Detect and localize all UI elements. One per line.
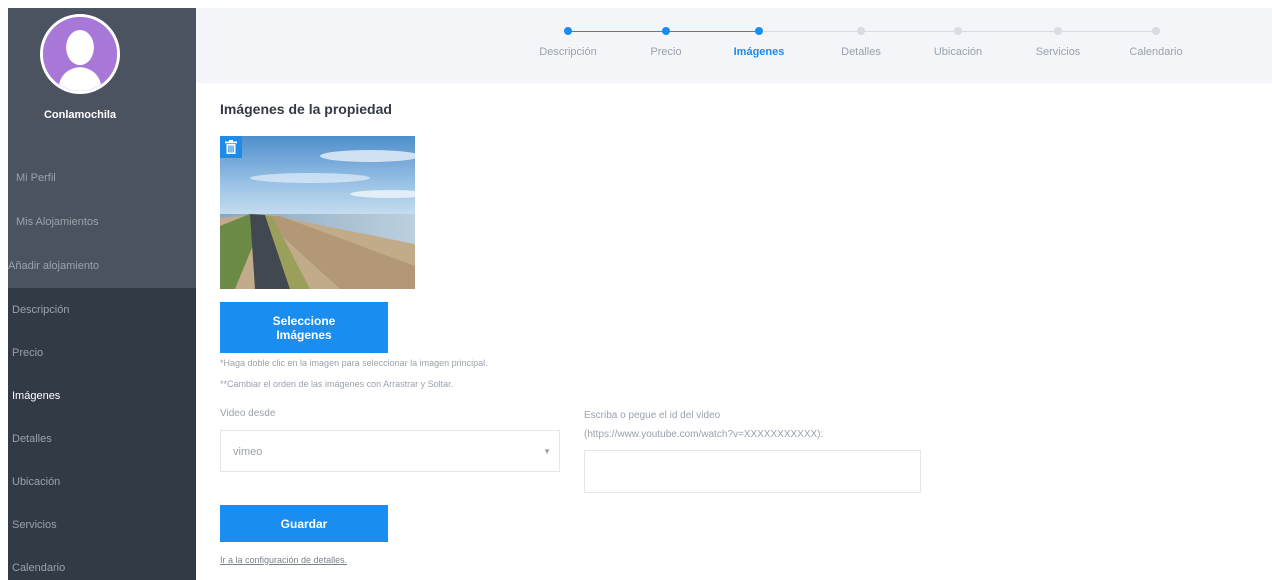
sidebar-item-7[interactable]: Calendario	[12, 562, 65, 574]
step-dot	[1054, 27, 1062, 35]
step-label[interactable]: Detalles	[841, 46, 881, 58]
video-id-input[interactable]	[584, 450, 921, 493]
step-dot	[954, 27, 962, 35]
step-label[interactable]: Descripción	[539, 46, 596, 58]
video-id-label: Escriba o pegue el id del video	[584, 410, 721, 421]
step-label[interactable]: Servicios	[1036, 46, 1081, 58]
step-label[interactable]: Imágenes	[734, 46, 785, 58]
sidebar-item-1[interactable]: Descripción	[12, 304, 69, 316]
video-source-select[interactable]: vimeo ▼	[220, 430, 560, 472]
step-dot	[755, 27, 763, 35]
step-dot	[564, 27, 572, 35]
sidebar-item-6[interactable]: Servicios	[12, 519, 57, 531]
beach-photo	[220, 136, 415, 289]
page-title: Imágenes de la propiedad	[220, 101, 392, 117]
step-dot	[857, 27, 865, 35]
step-dot	[1152, 27, 1160, 35]
step-label[interactable]: Ubicación	[934, 46, 982, 58]
step-connector	[666, 31, 759, 32]
progress-stepper: Descripción Precio Imágenes Detalles Ubicaci…	[196, 8, 1272, 83]
sidebar-item-2[interactable]: Precio	[12, 347, 43, 359]
video-source-label: Video desde	[220, 408, 276, 419]
double-click-note: *Haga doble clic en la imagen para selec…	[220, 358, 488, 368]
drag-drop-note: **Cambiar el orden de las imágenes con A…	[220, 379, 454, 389]
chevron-down-icon: ▼	[543, 447, 551, 456]
step-connector	[1058, 31, 1156, 32]
trash-icon	[225, 140, 237, 154]
sidebar-item-3[interactable]: Imágenes	[12, 390, 60, 402]
save-button[interactable]: Guardar	[220, 505, 388, 542]
sidebar-item-5[interactable]: Ubicación	[12, 476, 60, 488]
video-id-url-hint: (https://www.youtube.com/watch?v=XXXXXXX…	[584, 429, 824, 440]
step-connector	[861, 31, 958, 32]
video-source-value: vimeo	[233, 446, 263, 458]
details-settings-link[interactable]: Ir a la configuración de detalles.	[220, 555, 347, 565]
step-label[interactable]: Precio	[650, 46, 681, 58]
sidebar-profile-link[interactable]: Añadir alojamiento	[8, 260, 99, 272]
step-connector	[568, 31, 666, 32]
sidebar: Conlamochila Mi Perfil Mis Alojamientos Añ…	[8, 8, 196, 580]
select-images-label: Seleccione Imágenes	[272, 313, 336, 342]
main-content: Imágenes de la propiedad Seleccione Imág…	[196, 83, 1272, 580]
username: Conlamochila	[43, 109, 117, 121]
step-dot	[662, 27, 670, 35]
sidebar-item-4[interactable]: Detalles	[12, 433, 52, 445]
step-connector	[759, 31, 861, 32]
page: Conlamochila Mi Perfil Mis Alojamientos Añ…	[0, 0, 1272, 580]
avatar[interactable]	[40, 14, 120, 94]
sidebar-profile-link[interactable]: Mi Perfil	[16, 172, 56, 184]
step-label[interactable]: Calendario	[1129, 46, 1182, 58]
select-images-button[interactable]: Seleccione Imágenes	[220, 302, 388, 353]
step-connector	[958, 31, 1058, 32]
sidebar-profile-link[interactable]: Mis Alojamientos	[16, 216, 99, 228]
property-image-thumbnail[interactable]	[220, 136, 415, 289]
delete-image-button[interactable]	[220, 136, 242, 158]
user-avatar-icon	[43, 17, 117, 91]
